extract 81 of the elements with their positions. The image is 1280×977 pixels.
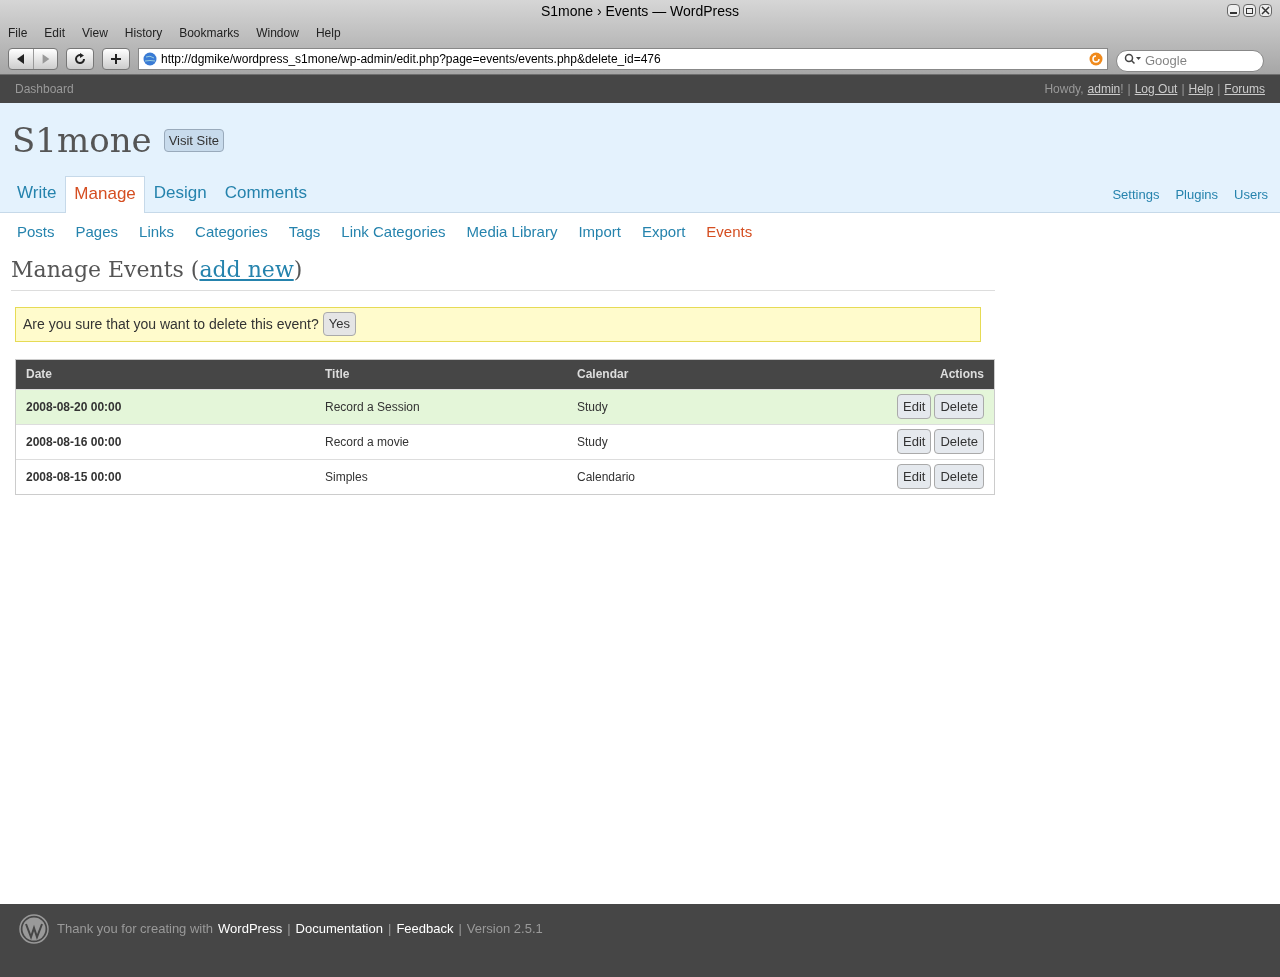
action-button[interactable]: Edit: [897, 393, 932, 420]
address-bar[interactable]: http://dgmike/wordpress_s1mone/wp-admin/edit.php?page=events/events.php&delete_id=476: [138, 48, 1108, 70]
page-heading: Manage Events (add new): [11, 252, 995, 291]
sub-tab[interactable]: Posts: [17, 221, 55, 244]
header-nav-link[interactable]: Plugins: [1175, 185, 1219, 205]
url-text: http://dgmike/wordpress_s1mone/wp-admin/edit.php?page=events/events.php&delete_id=476: [161, 51, 662, 68]
sub-tab[interactable]: Categories: [195, 221, 268, 244]
visit-site-button[interactable]: Visit Site: [163, 128, 224, 153]
search-field[interactable]: Google: [1116, 49, 1264, 72]
window-title: S1mone › Events — WordPress: [540, 1, 740, 21]
sub-tab[interactable]: Tags: [288, 221, 321, 244]
date-cell-text: 2008-08-16 00:00: [26, 433, 123, 451]
title-cell-text: Record a movie: [325, 433, 411, 451]
separator-text: |: [1181, 81, 1185, 98]
search-icon: [1124, 53, 1142, 65]
footer-link[interactable]: Feedback: [396, 919, 454, 939]
minimize-icon[interactable]: [1227, 4, 1240, 17]
sub-tab[interactable]: Pages: [75, 221, 119, 244]
menu-item[interactable]: Help: [315, 24, 341, 42]
sub-tab[interactable]: Links: [139, 221, 175, 244]
title-cell-text: Record a Session: [325, 398, 421, 416]
add-new-link[interactable]: add new: [199, 256, 294, 282]
reload-button[interactable]: [66, 48, 94, 70]
column-header: Actions: [939, 366, 984, 383]
plus-icon: [110, 53, 122, 65]
sub-tab[interactable]: Export: [641, 221, 686, 244]
close-icon[interactable]: [1259, 4, 1272, 17]
yes-button[interactable]: Yes: [322, 312, 356, 336]
date-cell-text: 2008-08-20 00:00: [26, 398, 123, 416]
separator-text: |: [388, 920, 392, 939]
account-link[interactable]: Log Out: [1134, 80, 1178, 98]
main-tab[interactable]: Design: [144, 176, 216, 212]
sub-tab[interactable]: Link Categories: [341, 221, 446, 244]
account-link[interactable]: Forums: [1224, 80, 1265, 98]
header-nav-link[interactable]: Users: [1234, 185, 1268, 205]
sub-tab[interactable]: Import: [578, 221, 621, 244]
add-bookmark-button[interactable]: [102, 48, 130, 70]
menu-item[interactable]: Edit: [44, 24, 66, 42]
menu-item[interactable]: File: [8, 24, 28, 42]
reload-icon: [74, 53, 86, 65]
exclamation-text: !: [1120, 81, 1124, 98]
separator-text: |: [1127, 81, 1131, 98]
dashboard-link[interactable]: Dashboard: [15, 80, 74, 98]
main-tab[interactable]: Comments: [215, 176, 316, 212]
calendar-cell-text: Study: [577, 398, 609, 416]
account-link[interactable]: Help: [1188, 80, 1214, 98]
site-title: S1mone: [12, 119, 152, 162]
greeting-text: Howdy,: [1044, 81, 1084, 98]
footer-link[interactable]: Documentation: [295, 919, 383, 939]
footer-link[interactable]: WordPress: [218, 919, 283, 939]
calendar-cell-text: Calendario: [577, 468, 637, 486]
main-tab[interactable]: Manage: [65, 176, 145, 213]
notice-text: Are you sure that you want to delete this event?: [23, 314, 319, 334]
wordpress-logo-icon: [19, 914, 49, 944]
action-button[interactable]: Delete: [934, 393, 984, 420]
menu-item[interactable]: Bookmarks: [179, 24, 240, 42]
menu-item[interactable]: Window: [256, 24, 299, 42]
separator-text: |: [458, 920, 462, 939]
date-cell-text: 2008-08-15 00:00: [26, 468, 123, 486]
footer-text: Thank you for creating with: [57, 920, 214, 939]
version-text: Version 2.5.1: [466, 920, 543, 939]
separator-text: |: [287, 920, 291, 939]
separator-text: |: [1217, 81, 1221, 98]
column-header: Date: [26, 366, 53, 383]
main-tab[interactable]: Write: [8, 176, 66, 212]
sub-tab[interactable]: Events: [706, 221, 753, 244]
column-header: Title: [325, 366, 351, 383]
back-forward-buttons[interactable]: [8, 48, 58, 70]
header-nav-link[interactable]: Settings: [1112, 185, 1160, 205]
menu-item[interactable]: View: [82, 24, 108, 42]
calendar-cell-text: Study: [577, 433, 609, 451]
globe-icon: [143, 52, 157, 66]
action-button[interactable]: Edit: [897, 428, 932, 455]
title-cell-text: Simples: [325, 468, 369, 486]
sub-tab[interactable]: Media Library: [466, 221, 558, 244]
menu-item[interactable]: History: [124, 24, 163, 42]
column-header: Calendar: [577, 366, 630, 383]
action-button[interactable]: Edit: [897, 463, 932, 490]
action-button[interactable]: Delete: [934, 428, 984, 455]
restore-icon[interactable]: [1243, 4, 1256, 17]
action-button[interactable]: Delete: [934, 463, 984, 490]
